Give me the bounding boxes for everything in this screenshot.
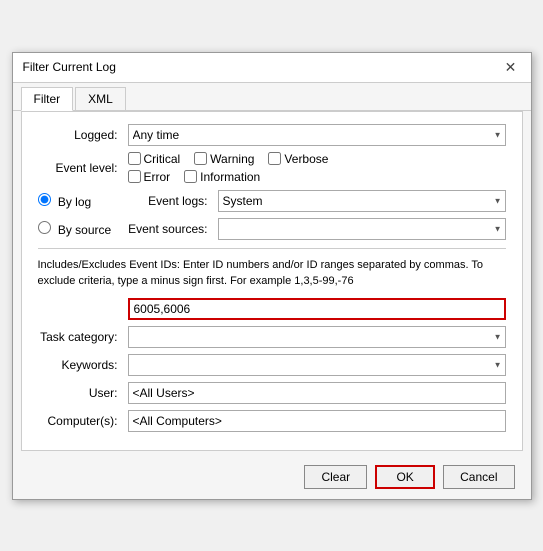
event-level-label: Event level: — [38, 161, 128, 175]
filter-dialog: Filter Current Log ✕ Filter XML Logged: … — [12, 52, 532, 500]
keywords-wrapper — [128, 354, 506, 376]
keywords-row: Keywords: — [38, 354, 506, 376]
user-input[interactable] — [128, 382, 506, 404]
checkbox-warning-label: Warning — [210, 152, 254, 166]
computer-label: Computer(s): — [38, 414, 128, 428]
computer-row: Computer(s): — [38, 410, 506, 432]
checkbox-information-label: Information — [200, 170, 260, 184]
dialog-title: Filter Current Log — [23, 60, 116, 74]
by-source-row: By source Event sources: — [38, 218, 506, 240]
checkbox-critical[interactable]: Critical — [128, 152, 181, 166]
filter-content: Logged: Any time Last hour Last 12 hours… — [21, 111, 523, 451]
checkbox-information-input[interactable] — [184, 170, 197, 183]
event-sources-wrapper — [218, 218, 506, 240]
cancel-button[interactable]: Cancel — [443, 465, 514, 489]
checkbox-verbose[interactable]: Verbose — [268, 152, 328, 166]
checkbox-verbose-input[interactable] — [268, 152, 281, 165]
tab-xml[interactable]: XML — [75, 87, 126, 110]
checkboxes-row-2: Error Information — [128, 170, 506, 184]
event-id-row — [128, 298, 506, 320]
checkbox-error-input[interactable] — [128, 170, 141, 183]
event-logs-wrapper: System — [218, 190, 506, 212]
checkbox-critical-input[interactable] — [128, 152, 141, 165]
event-level-checkboxes: Critical Warning Verbose Error — [128, 152, 506, 184]
checkbox-error[interactable]: Error — [128, 170, 171, 184]
event-sources-select[interactable] — [218, 218, 506, 240]
by-log-radio-col: By log — [38, 193, 128, 209]
logged-label: Logged: — [38, 128, 128, 142]
close-button[interactable]: ✕ — [501, 57, 521, 77]
event-id-input[interactable] — [128, 298, 506, 320]
buttons-row: Clear OK Cancel — [13, 459, 531, 499]
by-log-row: By log Event logs: System — [38, 190, 506, 212]
divider — [38, 248, 506, 249]
title-bar: Filter Current Log ✕ — [13, 53, 531, 83]
event-logs-select[interactable]: System — [218, 190, 506, 212]
user-row: User: — [38, 382, 506, 404]
by-source-radio-col: By source — [38, 221, 128, 237]
task-category-row: Task category: — [38, 326, 506, 348]
by-log-label: By log — [58, 195, 91, 209]
task-category-wrapper — [128, 326, 506, 348]
task-category-label: Task category: — [38, 330, 128, 344]
checkbox-error-label: Error — [144, 170, 171, 184]
by-log-radio[interactable] — [38, 193, 51, 206]
clear-button[interactable]: Clear — [304, 465, 367, 489]
by-source-radio-label[interactable]: By source — [38, 223, 112, 237]
checkbox-warning[interactable]: Warning — [194, 152, 254, 166]
by-log-radio-label[interactable]: By log — [38, 195, 92, 209]
keywords-select[interactable] — [128, 354, 506, 376]
user-label: User: — [38, 386, 128, 400]
checkbox-information[interactable]: Information — [184, 170, 260, 184]
description-text: Includes/Excludes Event IDs: Enter ID nu… — [38, 257, 506, 290]
checkbox-warning-input[interactable] — [194, 152, 207, 165]
logged-row: Logged: Any time Last hour Last 12 hours… — [38, 124, 506, 146]
checkbox-critical-label: Critical — [144, 152, 181, 166]
tab-filter[interactable]: Filter — [21, 87, 74, 111]
logged-select[interactable]: Any time Last hour Last 12 hours Last 24… — [128, 124, 506, 146]
event-level-row: Event level: Critical Warning Verbose — [38, 152, 506, 184]
tab-bar: Filter XML — [13, 83, 531, 111]
computer-input[interactable] — [128, 410, 506, 432]
task-category-select[interactable] — [128, 326, 506, 348]
event-logs-label: Event logs: — [128, 194, 218, 208]
keywords-label: Keywords: — [38, 358, 128, 372]
ok-button[interactable]: OK — [375, 465, 435, 489]
user-field — [128, 382, 506, 404]
event-sources-label: Event sources: — [128, 222, 218, 236]
by-source-radio[interactable] — [38, 221, 51, 234]
checkboxes-row-1: Critical Warning Verbose — [128, 152, 506, 166]
by-source-label: By source — [58, 223, 111, 237]
checkbox-verbose-label: Verbose — [284, 152, 328, 166]
logged-dropdown-wrapper: Any time Last hour Last 12 hours Last 24… — [128, 124, 506, 146]
computer-field — [128, 410, 506, 432]
